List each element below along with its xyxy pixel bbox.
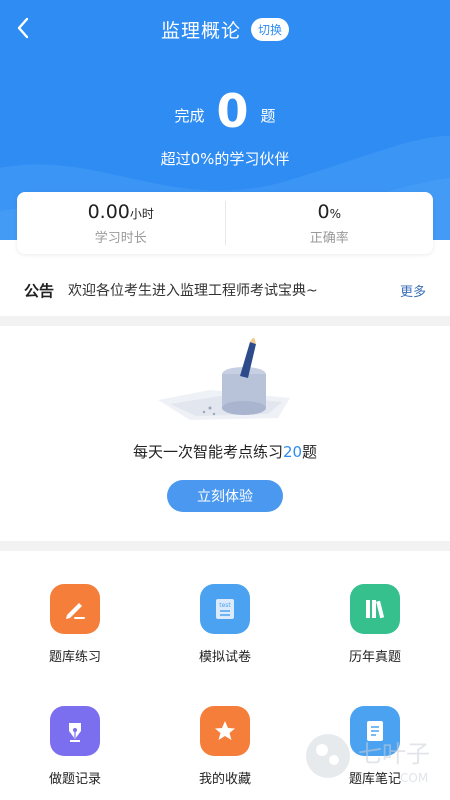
feature-label: 做题记录 — [48, 772, 101, 787]
notice-tag: 公告 — [24, 281, 55, 300]
page-title: 监理概论 — [160, 19, 241, 42]
switch-subject-button[interactable]: 切换 — [251, 17, 290, 41]
study-time-value: 0.00 — [87, 200, 130, 223]
accuracy-label: 正确率 — [309, 230, 349, 246]
feature-favorites[interactable]: 我的收藏 — [165, 706, 285, 787]
section-separator — [0, 316, 450, 326]
header: 监理概论 切换 — [0, 14, 450, 44]
watermark-sub: COM — [400, 771, 428, 785]
feature-practice-record[interactable]: 做题记录 — [15, 706, 135, 787]
daily-text-post: 题 — [302, 443, 318, 461]
accuracy-stat: 0% 正确率 — [226, 192, 434, 254]
completed-prefix: 完成 — [174, 107, 205, 125]
try-now-button[interactable]: 立刻体验 — [167, 480, 283, 512]
feature-label: 历年真题 — [348, 650, 401, 665]
test-paper-icon: test — [200, 584, 250, 634]
completed-suffix: 题 — [260, 107, 276, 125]
fountain-pen-icon — [50, 706, 100, 756]
feature-label: 题库练习 — [48, 650, 101, 665]
accuracy-unit: % — [329, 206, 341, 221]
completed-count: 完成 0 题 — [0, 86, 450, 136]
feature-question-bank[interactable]: 题库练习 — [15, 584, 135, 665]
completed-number: 0 — [216, 84, 249, 138]
daily-count: 20 — [282, 443, 303, 461]
feature-label: 我的收藏 — [198, 772, 251, 787]
study-time-label: 学习时长 — [94, 230, 147, 246]
pencil-cup-illustration — [158, 338, 290, 420]
notice-text[interactable]: 欢迎各位考生进入监理工程师考试宝典~ — [68, 280, 400, 300]
test-icon-text: test — [219, 602, 231, 609]
daily-text-pre: 每天一次智能考点练习 — [132, 443, 283, 461]
beat-percentage-text: 超过0%的学习伙伴 — [160, 150, 290, 168]
star-icon — [200, 706, 250, 756]
pen-icon — [50, 584, 100, 634]
feature-mock-exam[interactable]: test 模拟试卷 — [165, 584, 285, 665]
daily-practice-text: 每天一次智能考点练习20题 — [0, 441, 450, 462]
feature-past-exams[interactable]: 历年真题 — [315, 584, 435, 665]
notice-bar[interactable]: 公告 欢迎各位考生进入监理工程师考试宝典~ 更多 — [0, 272, 450, 308]
notice-more-link[interactable]: 更多 — [400, 281, 426, 300]
accuracy-value: 0 — [317, 200, 330, 223]
study-time-stat: 0.00小时 学习时长 — [17, 192, 225, 254]
study-time-unit: 小时 — [129, 206, 154, 221]
watermark-text: 七叶子 — [358, 740, 430, 768]
stats-card: 0.00小时 学习时长 0% 正确率 — [17, 192, 433, 254]
feature-label: 模拟试卷 — [198, 650, 251, 665]
section-separator — [0, 541, 450, 551]
books-icon — [350, 584, 400, 634]
watermark-logo: 七叶子 COM — [300, 712, 450, 792]
